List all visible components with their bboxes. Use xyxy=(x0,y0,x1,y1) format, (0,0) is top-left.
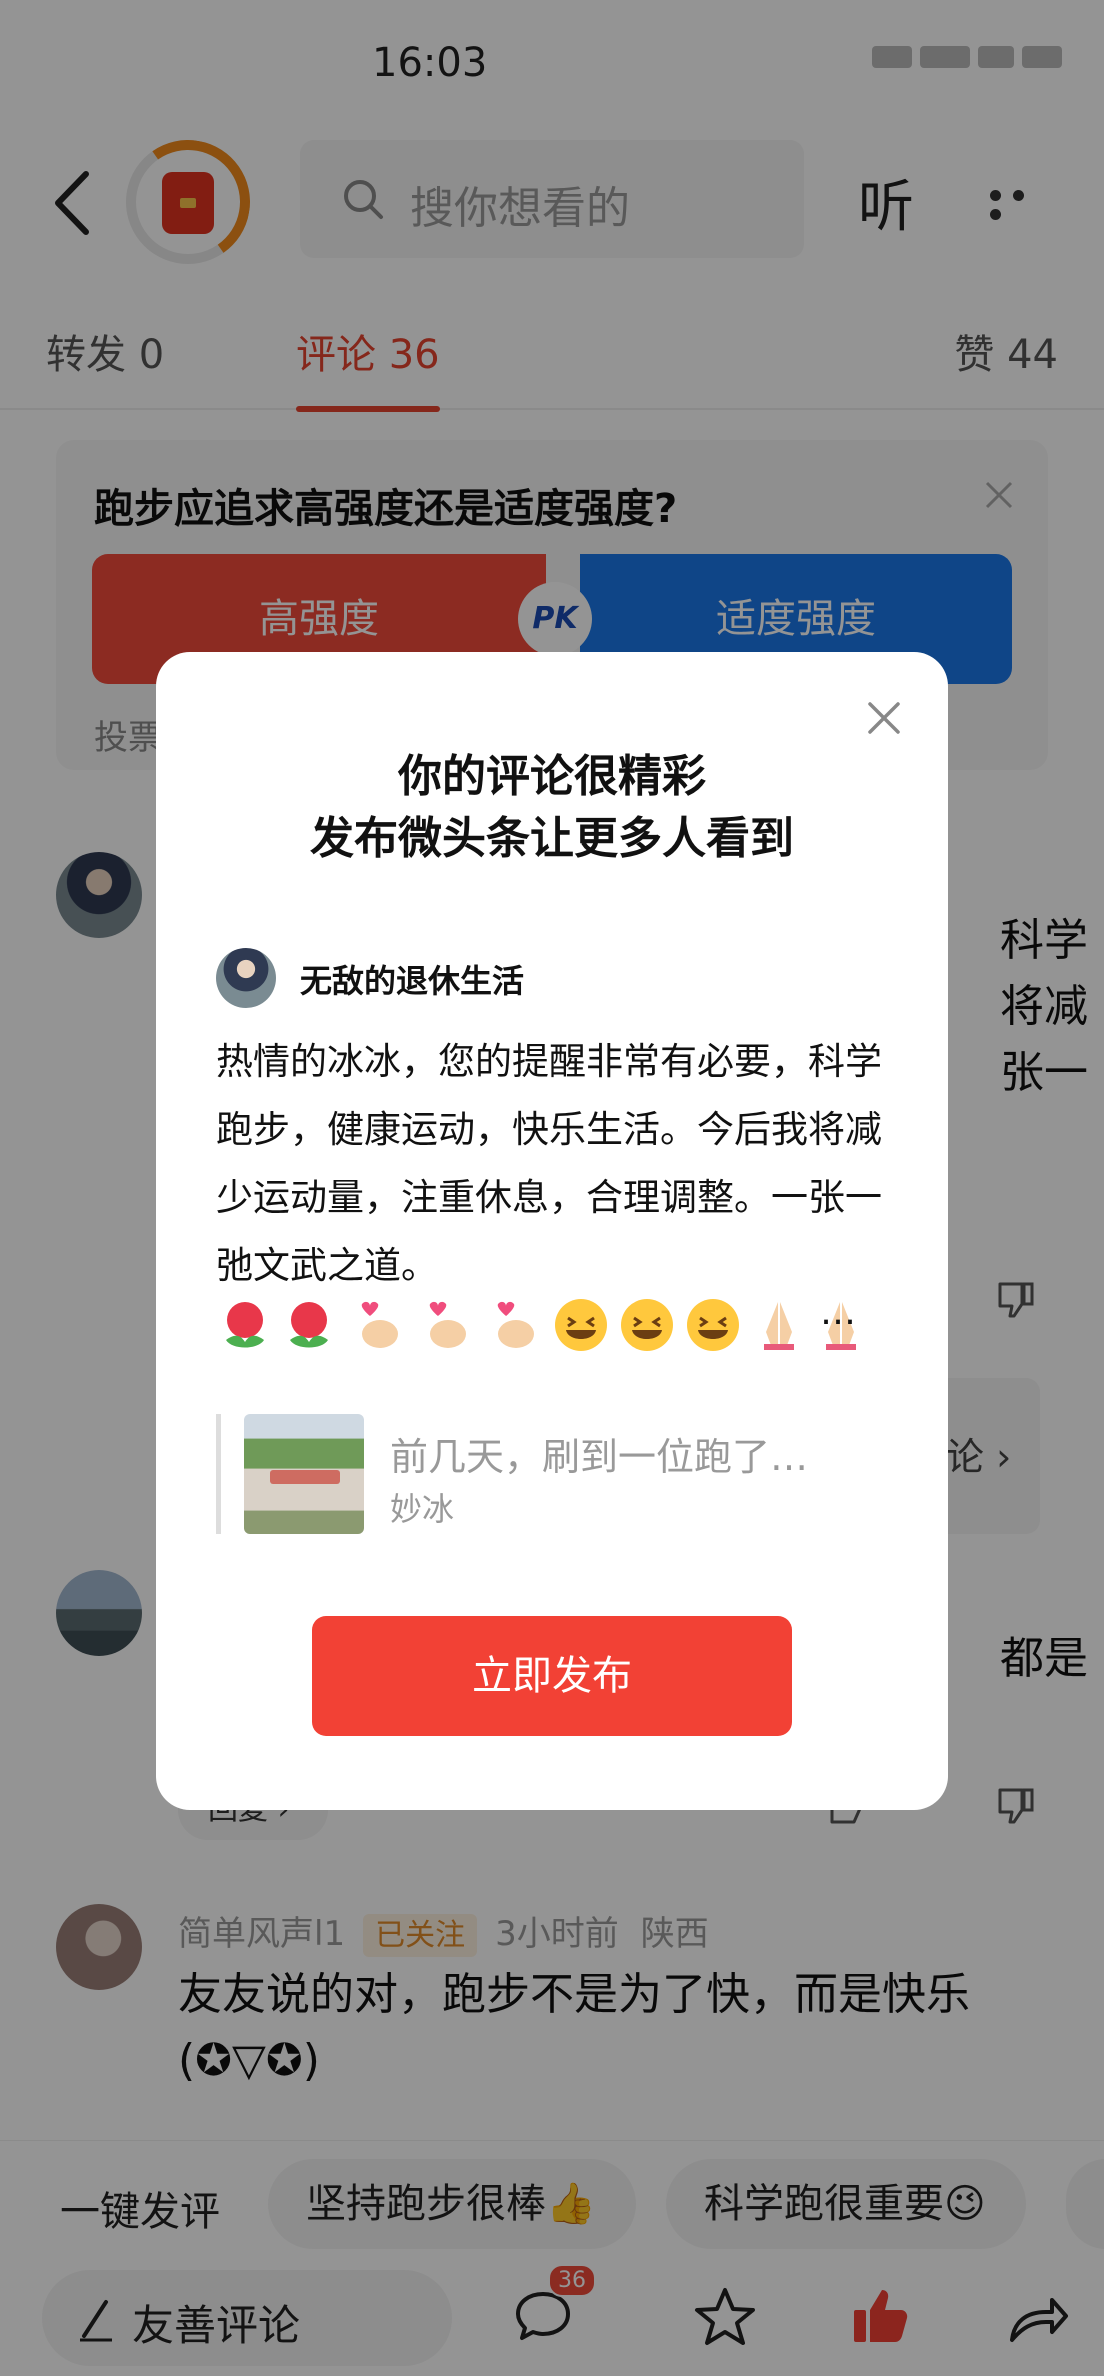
dialog-username: 无敌的退休生活 xyxy=(300,962,525,1000)
finger-heart-emoji-icon xyxy=(429,1301,466,1348)
quoted-article-title: 前几天，刷到一位跑了… xyxy=(390,1435,809,1479)
publish-post-dialog: 你的评论很精彩 发布微头条让更多人看到 无敌的退休生活 热情的冰冰，您的提醒非常… xyxy=(156,652,948,1810)
quote-bar xyxy=(216,1414,221,1534)
rose-emoji-icon xyxy=(226,1302,264,1348)
quoted-article-author: 妙冰 xyxy=(390,1490,455,1528)
publish-now-button[interactable]: 立即发布 xyxy=(312,1616,792,1736)
quoted-article[interactable]: 前几天，刷到一位跑了… 妙冰 xyxy=(216,1414,876,1534)
close-icon[interactable] xyxy=(864,698,904,738)
folded-hands-emoji-icon xyxy=(764,1302,794,1350)
text-ellipsis: … xyxy=(820,1292,856,1333)
grinning-face-emoji-icon xyxy=(555,1299,607,1351)
avatar xyxy=(216,948,276,1008)
grinning-face-emoji-icon xyxy=(621,1299,673,1351)
dialog-comment-text: 热情的冰冰，您的提醒非常有必要，科学跑步，健康运动，快乐生活。今后我将减少运动量… xyxy=(216,1040,882,1287)
finger-heart-emoji-icon xyxy=(497,1301,534,1348)
comments-page: 16:03 搜你想看的 听 转发 0 评论 36 赞 44 跑步应追求高强度还是… xyxy=(0,0,1104,2376)
dialog-headline: 你的评论很精彩 发布微头条让更多人看到 xyxy=(310,751,794,864)
article-thumbnail xyxy=(244,1414,364,1534)
rose-emoji-icon xyxy=(290,1302,328,1348)
finger-heart-emoji-icon xyxy=(361,1301,398,1348)
grinning-face-emoji-icon xyxy=(687,1299,739,1351)
emoji-row xyxy=(216,1292,916,1362)
